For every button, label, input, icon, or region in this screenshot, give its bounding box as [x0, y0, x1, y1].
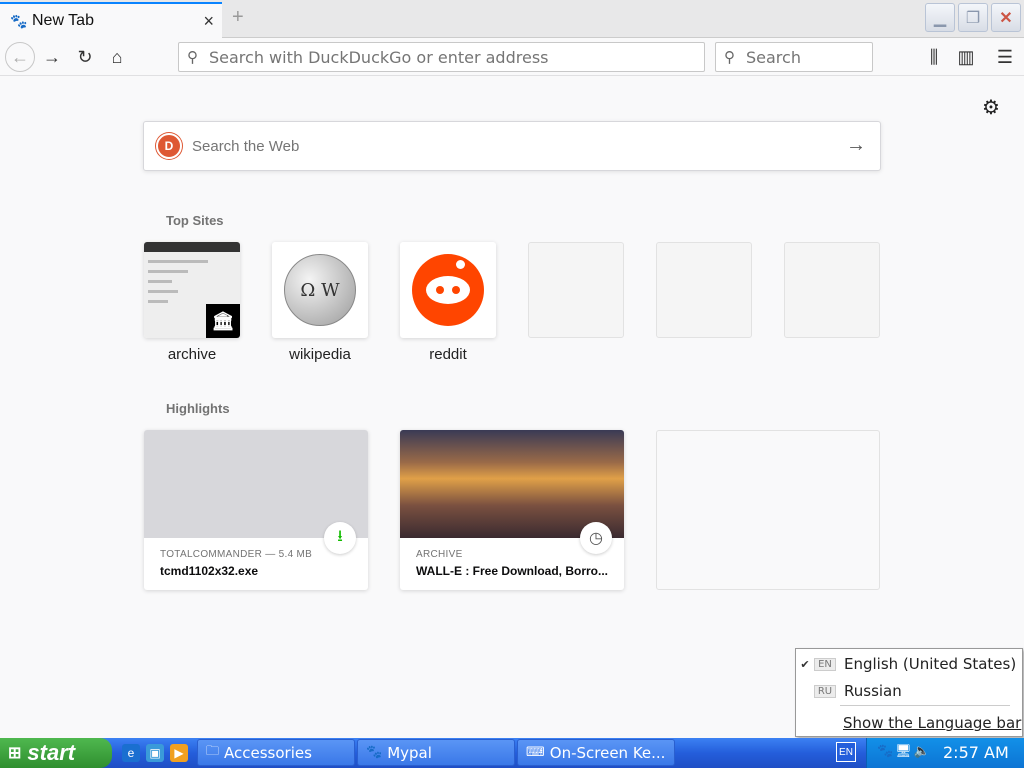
highlight-empty	[656, 430, 880, 590]
highlight-title: WALL-E : Free Download, Borro...	[416, 564, 608, 578]
home-button[interactable]: ⌂	[103, 43, 131, 71]
language-item-russian[interactable]: RU Russian	[796, 680, 1022, 702]
window-maximize-button[interactable]: ❐	[958, 3, 988, 32]
language-code: RU	[814, 684, 836, 698]
show-language-bar-label: Show the Language bar	[843, 714, 1022, 732]
tray-icons[interactable]: 🐾🖥🔈	[877, 744, 932, 759]
language-code: EN	[814, 657, 836, 671]
close-icon: ✕	[999, 9, 1013, 27]
highlight-meta: TOTALCOMMANDER — 5.4 MB	[160, 549, 313, 560]
menu-button[interactable]: ☰	[991, 43, 1019, 71]
internet-explorer-icon[interactable]: e	[122, 744, 140, 762]
minimize-icon: ▁	[933, 9, 947, 27]
duckduckgo-logo-icon: D	[156, 133, 182, 159]
highlights-heading: Highlights	[166, 401, 230, 416]
highlight-card[interactable]: ⭳ TOTALCOMMANDER — 5.4 MB tcmd1102x32.ex…	[144, 430, 368, 590]
taskbar-button-label: On-Screen Ke...	[549, 743, 666, 762]
hamburger-menu-icon: ☰	[996, 46, 1014, 67]
folder-icon: 🗀	[206, 743, 220, 759]
tab-title: New Tab	[32, 12, 94, 29]
media-player-icon[interactable]: ▶	[170, 744, 188, 762]
start-button[interactable]: ⊞ start	[0, 738, 112, 768]
top-site-label[interactable]: wikipedia	[272, 346, 368, 363]
taskbar-button-accessories[interactable]: 🗀 Accessories	[197, 739, 355, 766]
window-minimize-button[interactable]: ▁	[925, 3, 955, 32]
keyboard-icon: ⌨	[526, 745, 545, 760]
language-indicator[interactable]: EN	[836, 742, 856, 762]
top-site-wikipedia[interactable]: Ω W	[272, 242, 368, 338]
url-input[interactable]	[209, 47, 689, 67]
top-site-empty[interactable]	[528, 242, 624, 338]
window-close-button[interactable]: ✕	[991, 3, 1021, 32]
search-submit-arrow-icon[interactable]: →	[846, 134, 866, 157]
sidebar-icon: ▥	[957, 46, 975, 67]
tab-new-tab[interactable]: 🐾 New Tab ×	[0, 2, 222, 38]
show-language-bar-item[interactable]: Show the Language bar	[796, 712, 1022, 734]
reload-icon: ↻	[77, 46, 93, 67]
library-button[interactable]: ⫼	[920, 43, 948, 71]
home-icon: ⌂	[111, 46, 123, 67]
library-icon: ⫼	[929, 46, 939, 67]
reload-button[interactable]: ↻	[71, 43, 99, 71]
top-site-label[interactable]: archive	[144, 346, 240, 363]
url-bar[interactable]: ⚲	[178, 42, 705, 72]
arrow-right-icon: →	[43, 46, 61, 67]
new-tab-button[interactable]: +	[232, 6, 244, 29]
clock[interactable]: 2:57 AM	[943, 743, 1009, 762]
gear-icon: ⚙	[982, 97, 1000, 119]
search-input[interactable]	[746, 47, 866, 67]
language-name: Russian	[844, 682, 902, 700]
mypal-favicon-icon: 🐾	[10, 12, 28, 29]
tab-close-icon[interactable]: ×	[203, 11, 214, 32]
search-icon: ⚲	[724, 49, 735, 66]
archive-logo-icon: 🏛	[206, 304, 240, 338]
language-menu: ✔ EN English (United States) RU Russian …	[795, 648, 1023, 737]
tab-strip: 🐾 New Tab × + ▁ ❐ ✕	[0, 0, 1024, 38]
sidebar-button[interactable]: ▥	[952, 43, 980, 71]
web-search-input[interactable]	[192, 137, 832, 155]
highlight-meta: ARCHIVE	[416, 549, 463, 560]
windows-logo-icon: ⊞	[8, 745, 22, 762]
highlight-title: tcmd1102x32.exe	[160, 564, 259, 578]
taskbar-button-mypal[interactable]: 🐾 Mypal	[357, 739, 515, 766]
web-search-box[interactable]: D →	[143, 121, 881, 171]
checkmark-icon: ✔	[800, 657, 810, 671]
taskbar-button-label: Accessories	[224, 743, 312, 762]
language-item-english[interactable]: ✔ EN English (United States)	[796, 653, 1022, 675]
back-button[interactable]: ←	[5, 42, 35, 72]
top-sites-heading: Top Sites	[166, 213, 224, 228]
show-desktop-icon[interactable]: ▣	[146, 744, 164, 762]
newtab-settings-button[interactable]: ⚙	[982, 95, 1000, 120]
download-icon: ⭳	[324, 522, 356, 554]
mypal-icon: 🐾	[366, 745, 383, 760]
navigation-toolbar: ← → ↻ ⌂ ⚲ ⚲ ⫼ ▥ ☰	[0, 38, 1024, 76]
restore-icon: ❐	[965, 9, 981, 27]
search-icon: ⚲	[187, 49, 198, 66]
menu-divider	[840, 705, 1010, 706]
system-tray: 🐾🖥🔈 2:57 AM	[866, 738, 1024, 768]
start-label: start	[27, 740, 76, 765]
taskbar-button-onscreen-keyboard[interactable]: ⌨ On-Screen Ke...	[517, 739, 675, 766]
top-site-empty[interactable]	[656, 242, 752, 338]
taskbar-button-label: Mypal	[387, 743, 432, 762]
language-name: English (United States)	[844, 655, 1017, 673]
top-site-label[interactable]: reddit	[400, 346, 496, 363]
top-site-empty[interactable]	[784, 242, 880, 338]
highlight-card[interactable]: ◷ ARCHIVE WALL-E : Free Download, Borro.…	[400, 430, 624, 590]
search-bar[interactable]: ⚲	[715, 42, 873, 72]
top-site-archive[interactable]: 🏛	[144, 242, 240, 338]
arrow-left-icon: ←	[11, 46, 29, 67]
clock-icon: ◷	[580, 522, 612, 554]
wikipedia-globe-icon: Ω W	[284, 254, 356, 326]
taskbar: ⊞ start e ▣ ▶ 🗀 Accessories 🐾 Mypal ⌨ On…	[0, 738, 1024, 768]
top-site-reddit[interactable]	[400, 242, 496, 338]
forward-button[interactable]: →	[38, 43, 66, 71]
